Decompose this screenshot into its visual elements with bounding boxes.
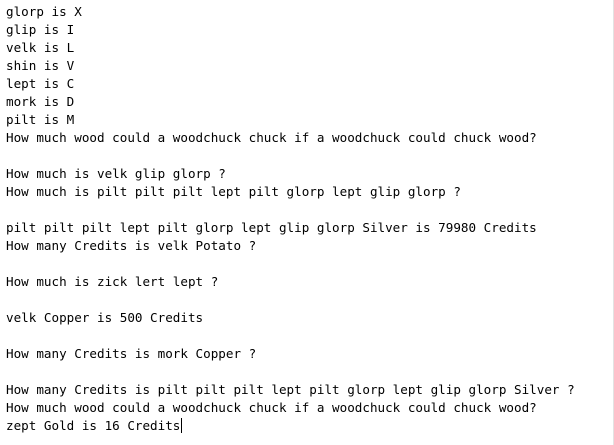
text-line: How much wood could a woodchuck chuck if… bbox=[6, 400, 537, 415]
text-line: pilt pilt pilt lept pilt glorp lept glip… bbox=[6, 220, 537, 235]
text-line: velk Copper is 500 Credits bbox=[6, 310, 204, 325]
text-line: How much is pilt pilt pilt lept pilt glo… bbox=[6, 184, 461, 199]
text-line: velk is L bbox=[6, 40, 75, 55]
text-line: pilt is M bbox=[6, 112, 75, 127]
text-editor[interactable]: glorp is X glip is I velk is L shin is V… bbox=[0, 0, 614, 445]
text-line bbox=[6, 255, 613, 273]
text-line: How many Credits is mork Copper ? bbox=[6, 346, 257, 361]
text-line bbox=[6, 363, 613, 381]
text-line bbox=[6, 291, 613, 309]
text-line: How many Credits is pilt pilt pilt lept … bbox=[6, 382, 575, 397]
text-line: How many Credits is velk Potato ? bbox=[6, 238, 257, 253]
text-cursor bbox=[181, 418, 183, 433]
text-line: lept is C bbox=[6, 76, 75, 91]
text-line: mork is D bbox=[6, 94, 75, 109]
text-line: How much is zick lert lept ? bbox=[6, 274, 219, 289]
text-line-current: zept Gold is 16 Credits bbox=[6, 417, 613, 435]
current-line-text: zept Gold is 16 Credits bbox=[6, 418, 181, 433]
text-line bbox=[6, 201, 613, 219]
text-line: glip is I bbox=[6, 22, 75, 37]
text-line bbox=[6, 147, 613, 165]
text-line: glorp is X bbox=[6, 4, 82, 19]
text-line: How much is velk glip glorp ? bbox=[6, 166, 226, 181]
text-line: shin is V bbox=[6, 58, 75, 73]
text-line: How much wood could a woodchuck chuck if… bbox=[6, 130, 537, 145]
text-line bbox=[6, 327, 613, 345]
